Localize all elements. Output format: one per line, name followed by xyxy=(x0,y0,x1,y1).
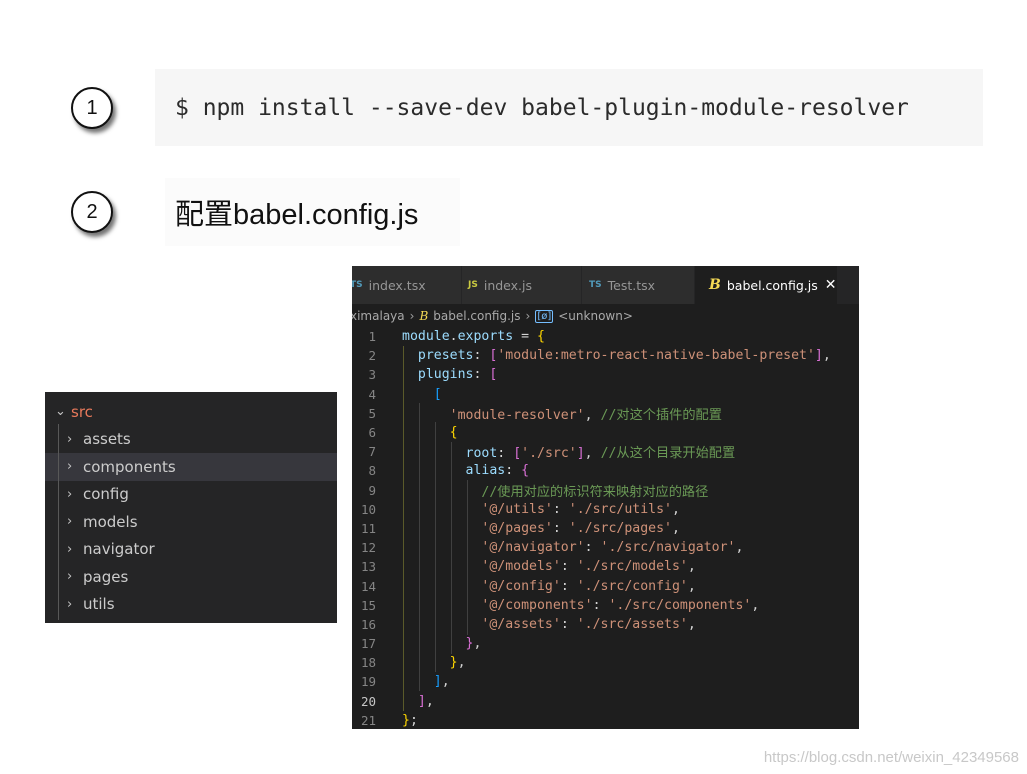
install-command: $ npm install --save-dev babel-plugin-mo… xyxy=(155,69,983,146)
typescript-icon: TS xyxy=(589,280,602,290)
code-line: 2 presets: ['module:metro-react-native-b… xyxy=(368,348,831,364)
code-line: 15 '@/components': './src/components', xyxy=(360,597,760,613)
folder-label: components xyxy=(83,457,176,476)
tab-index-js[interactable]: JS index.js xyxy=(462,266,582,304)
chevron-right-icon: › xyxy=(409,309,415,323)
folder-navigator[interactable]: › navigator xyxy=(45,536,337,564)
code-line: 4 [ xyxy=(368,386,442,402)
code-line: 3 plugins: [ xyxy=(368,367,498,383)
step-1-number: 1 xyxy=(71,87,113,129)
folder-assets[interactable]: › assets xyxy=(45,426,337,454)
code-line: 13 '@/models': './src/models', xyxy=(360,559,696,575)
tab-babel-config-js[interactable]: B babel.config.js ✕ xyxy=(695,266,838,304)
code-editor: TS index.tsx JS index.js TS Test.tsx B b… xyxy=(352,266,859,729)
tab-index-tsx[interactable]: TS index.tsx xyxy=(352,266,462,304)
folder-label: pages xyxy=(83,567,129,586)
chevron-right-icon: › xyxy=(67,596,73,612)
code-line: 19 ], xyxy=(360,674,450,690)
breadcrumb-symbol[interactable]: <unknown> xyxy=(558,309,633,323)
code-line: 17 }, xyxy=(360,636,482,652)
folder-label: assets xyxy=(83,430,131,449)
code-line: 18 }, xyxy=(360,655,466,671)
babel-icon: B xyxy=(709,277,721,293)
folder-utils[interactable]: › utils xyxy=(45,591,337,619)
folder-label: navigator xyxy=(83,540,155,559)
folder-label: utils xyxy=(83,595,115,614)
code-line: 8 alias: { xyxy=(368,463,530,479)
code-area[interactable]: 1 module.exports = { 2 presets: ['module:… xyxy=(352,327,859,729)
symbol-icon: [ø] xyxy=(535,309,554,323)
folder-pages[interactable]: › pages xyxy=(45,563,337,591)
breadcrumb: ximalaya › B babel.config.js › [ø] <unkn… xyxy=(352,306,859,326)
code-line: 7 root: ['./src'], //从这个目录开始配置 xyxy=(368,444,736,462)
tab-label: index.tsx xyxy=(368,277,426,293)
close-icon[interactable]: ✕ xyxy=(825,277,837,293)
code-line: 10 '@/utils': './src/utils', xyxy=(360,501,680,517)
chevron-right-icon: › xyxy=(67,514,73,530)
code-line: 6 { xyxy=(368,425,458,441)
typescript-icon: TS xyxy=(352,280,363,290)
folder-src[interactable]: ⌄ src xyxy=(45,398,337,426)
chevron-right-icon: › xyxy=(67,541,73,557)
code-line: 20 ], xyxy=(360,693,434,709)
tab-label: Test.tsx xyxy=(607,277,656,293)
chevron-right-icon: › xyxy=(67,431,73,447)
code-line: 12 '@/navigator': './src/navigator', xyxy=(360,540,744,556)
folder-label: src xyxy=(71,402,93,421)
code-line: 9 //使用对应的标识符来映射对应的路径 xyxy=(368,482,709,500)
watermark: https://blog.csdn.net/weixin_42349568 xyxy=(763,749,1019,766)
tab-label: index.js xyxy=(483,277,533,293)
tab-test-tsx[interactable]: TS Test.tsx xyxy=(582,266,695,304)
folder-label: models xyxy=(83,512,138,531)
code-line: 5 'module-resolver', //对这个插件的配置 xyxy=(368,405,722,423)
folder-config[interactable]: › config xyxy=(45,481,337,509)
code-line: 14 '@/config': './src/config', xyxy=(360,578,696,594)
breadcrumb-folder[interactable]: ximalaya xyxy=(352,309,405,323)
code-line: 21}; xyxy=(360,712,418,728)
step-2-number: 2 xyxy=(71,191,113,233)
chevron-right-icon: › xyxy=(67,459,73,475)
code-line: 11 '@/pages': './src/pages', xyxy=(360,520,680,536)
chevron-right-icon: › xyxy=(67,486,73,502)
tree-indent-guide xyxy=(58,424,59,620)
breadcrumb-file[interactable]: babel.config.js xyxy=(433,309,520,323)
chevron-right-icon: › xyxy=(525,309,531,323)
folder-components[interactable]: › components xyxy=(45,453,337,481)
folder-models[interactable]: › models xyxy=(45,508,337,536)
tab-label: babel.config.js xyxy=(726,277,818,293)
babel-icon: B xyxy=(419,309,429,323)
code-line: 16 '@/assets': './src/assets', xyxy=(360,616,696,632)
chevron-down-icon: ⌄ xyxy=(55,404,66,420)
javascript-icon: JS xyxy=(468,280,478,290)
chevron-right-icon: › xyxy=(67,569,73,585)
folder-label: config xyxy=(83,485,129,504)
step-2-title: 配置babel.config.js xyxy=(165,178,460,246)
code-line: 1 module.exports = { xyxy=(368,329,545,345)
editor-tab-bar: TS index.tsx JS index.js TS Test.tsx B b… xyxy=(352,266,859,304)
file-explorer: ⌄ src › assets › components › config › m… xyxy=(45,392,337,623)
